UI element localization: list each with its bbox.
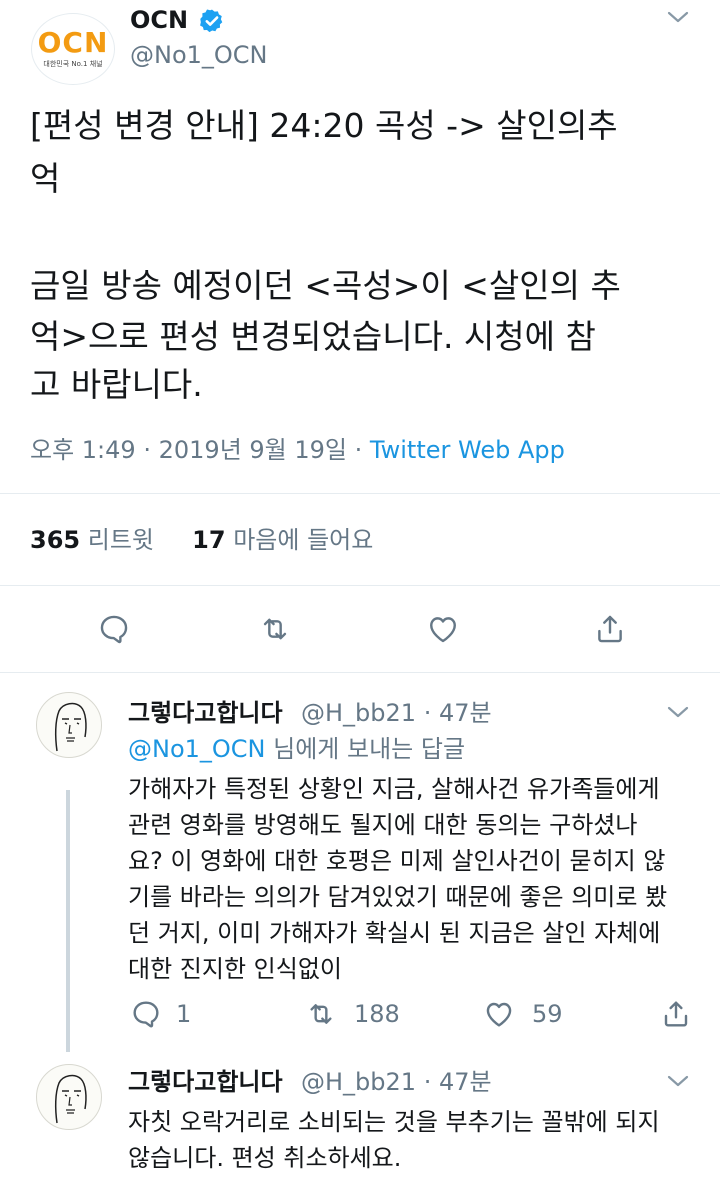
verified-badge-icon	[200, 9, 223, 33]
reply-text-line: 관련 영화를 방영해도 될지에 대한 동의는 구하셨나	[128, 811, 638, 839]
meta-separator: ·	[143, 436, 151, 464]
tweet-stats: 365 리트윗 17 마음에 들어요	[30, 522, 373, 558]
reply-author-name[interactable]: 그렇다고합니다	[128, 697, 283, 729]
tweet-date[interactable]: 2019년 9월 19일	[159, 436, 347, 464]
tweet-text-line: 고 바랍니다.	[30, 365, 203, 404]
share-icon[interactable]	[593, 612, 627, 646]
tweet-text-line: [편성 변경 안내] 24:20 곡성 -> 살인의추	[30, 106, 618, 145]
retweet-icon[interactable]	[305, 998, 337, 1030]
reply-time[interactable]: · 47분	[424, 699, 492, 727]
divider	[0, 672, 720, 673]
retweet-icon[interactable]	[258, 612, 292, 646]
meta-separator: ·	[354, 436, 363, 464]
divider	[0, 493, 720, 494]
reply-icon[interactable]	[97, 612, 131, 646]
share-icon[interactable]	[660, 998, 692, 1030]
reply-to-mention[interactable]: @No1_OCN	[128, 735, 266, 763]
reply-text-line: 기를 바라는 의의가 담겨있었기 때문에 좋은 의미로 봤	[128, 883, 668, 911]
tweet-text-line: 억>으로 편성 변경되었습니다. 시청에 참	[30, 317, 596, 356]
tweet-timestamp: 오후 1:49 · 2019년 9월 19일 · Twitter Web App	[30, 432, 565, 468]
reply-to-suffix: 님에게 보내는 답글	[265, 735, 466, 763]
thread-line	[66, 790, 70, 1052]
reply-handle[interactable]: @H_bb21	[301, 699, 416, 727]
chevron-down-icon[interactable]	[666, 703, 690, 721]
reply-icon[interactable]	[130, 998, 162, 1030]
author-handle[interactable]: @No1_OCN	[130, 40, 268, 70]
chevron-down-icon[interactable]	[666, 1072, 690, 1090]
reply-text-line: 가해자가 특정된 상황인 지금, 살해사건 유가족들에게	[128, 775, 660, 803]
retweet-count: 188	[354, 1000, 400, 1028]
reply-text-line: 던 거지, 이미 가해자가 확실시 된 지금은 살인 자체에	[128, 919, 661, 947]
like-icon[interactable]	[426, 612, 460, 646]
logo-word: OCN	[37, 26, 109, 59]
reply-time[interactable]: · 47분	[424, 1068, 492, 1096]
retweet-label: 리트윗	[87, 526, 154, 554]
tweet-text-line: 억	[30, 159, 61, 198]
reply-author-name[interactable]: 그렇다고합니다	[128, 1066, 283, 1098]
retweet-stat[interactable]: 365 리트윗	[30, 526, 154, 554]
reply-text-line: 대한 진지한 인식없이	[128, 955, 342, 983]
like-stat[interactable]: 17 마음에 들어요	[192, 526, 373, 554]
retweet-count: 365	[30, 526, 81, 554]
reply-handle[interactable]: @H_bb21	[301, 1068, 416, 1096]
doodle-face-icon	[54, 702, 87, 752]
avatar[interactable]	[36, 692, 102, 758]
avatar[interactable]	[36, 1064, 102, 1130]
author-name[interactable]: OCN	[130, 4, 188, 36]
like-count: 17	[192, 526, 226, 554]
reply-text-line: 자칫 오락거리로 소비되는 것을 부추기는 꼴밖에 되지	[128, 1108, 660, 1136]
like-icon[interactable]	[483, 998, 515, 1030]
logo-subtitle: 대한민국 No.1 채널	[43, 60, 103, 68]
tweet-time[interactable]: 오후 1:49	[30, 436, 136, 464]
reply-to-line: @No1_OCN 님에게 보내는 답글	[128, 732, 465, 766]
reply-text-line: 요? 이 영화에 대한 호평은 미제 살인사건이 묻히지 않	[128, 847, 666, 875]
ocn-logo-avatar[interactable]: OCN 대한민국 No.1 채널	[31, 13, 115, 85]
doodle-face-icon	[54, 1074, 87, 1124]
tweet-source-link[interactable]: Twitter Web App	[370, 436, 565, 464]
reply-author-handle: @H_bb21 · 47분	[301, 697, 492, 729]
reply-count: 1	[176, 1000, 192, 1028]
reply-text-line: 않습니다. 편성 취소하세요.	[128, 1144, 402, 1172]
tweet-text-line: 금일 방송 예정이던 <곡성>이 <살인의 추	[30, 266, 621, 305]
chevron-down-icon[interactable]	[666, 8, 690, 26]
like-label: 마음에 들어요	[233, 526, 374, 554]
divider	[0, 585, 720, 586]
like-count: 59	[532, 1000, 563, 1028]
reply-author-handle: @H_bb21 · 47분	[301, 1066, 492, 1098]
